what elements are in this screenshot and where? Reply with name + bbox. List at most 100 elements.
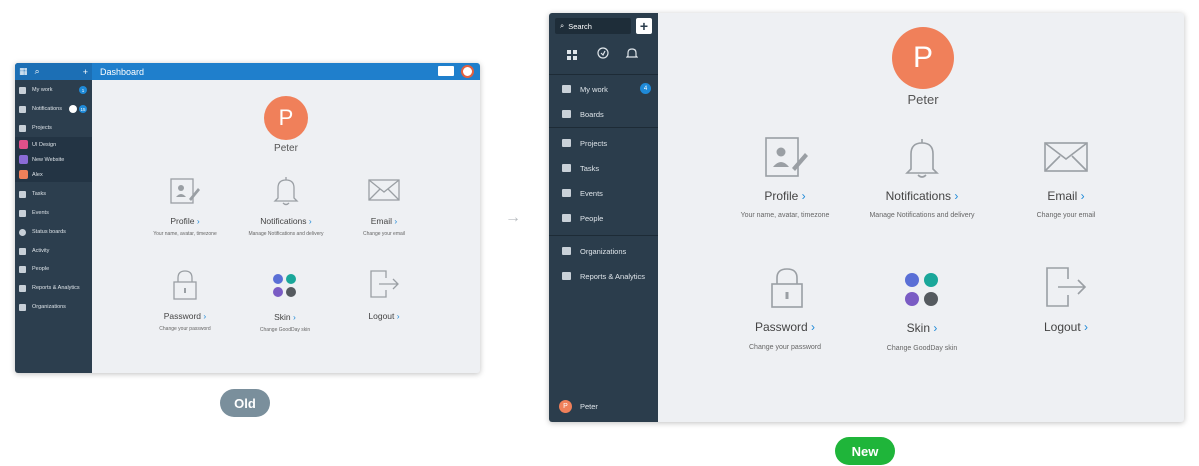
activity-icon <box>19 247 26 255</box>
checkbox-icon <box>19 86 26 94</box>
calendar-icon <box>19 209 26 217</box>
clock-icon[interactable] <box>597 46 609 59</box>
profile-card-icon <box>170 178 200 204</box>
skin-link[interactable]: Skin › <box>872 321 972 335</box>
lock-icon <box>173 270 197 300</box>
old-project-ui-design[interactable]: UI Design <box>15 137 92 152</box>
old-sidebar-item-reports[interactable]: Reports & Analytics <box>15 279 92 297</box>
envelope-icon <box>1044 142 1088 172</box>
profile-name: Peter <box>274 143 298 154</box>
bar-chart-icon <box>562 272 571 280</box>
new-sidebar: ⌕ Search + My work 4 Boards Projects Tas… <box>549 13 658 422</box>
old-topbar: Dashboard <box>92 63 480 80</box>
old-sidebar: ▦ ⌕ + My work 1 Notifications 15 Project… <box>15 63 92 373</box>
bank-icon <box>562 247 571 255</box>
profile-card-icon <box>765 137 808 177</box>
palette-dots-icon <box>905 273 938 306</box>
people-icon <box>19 265 26 273</box>
old-sidebar-item-organizations[interactable]: Organizations <box>15 298 92 316</box>
my-work-badge: 1 <box>79 86 87 94</box>
profile-avatar: P <box>892 27 954 89</box>
add-button[interactable]: + <box>636 18 652 34</box>
new-sidebar-item-people[interactable]: People <box>549 206 658 230</box>
sidebar-divider <box>549 74 658 75</box>
profile-desc: Your name, avatar, timezone <box>740 212 830 219</box>
notifications-link[interactable]: Notifications › <box>226 216 346 226</box>
email-link[interactable]: Email › <box>1016 189 1116 203</box>
logout-link[interactable]: Logout › <box>334 311 434 321</box>
skin-desc: Change GoodDay skin <box>259 327 311 333</box>
profile-link[interactable]: Profile › <box>135 216 235 226</box>
people-icon <box>562 214 571 222</box>
old-sidebar-item-tasks[interactable]: Tasks <box>15 185 92 203</box>
project-color-icon <box>19 170 28 179</box>
profile-name: Peter <box>907 92 939 107</box>
skin-desc: Change GoodDay skin <box>886 345 958 352</box>
new-sidebar-item-reports[interactable]: Reports & Analytics <box>549 264 658 288</box>
checkbox-icon <box>562 85 571 93</box>
envelope-icon <box>368 179 400 201</box>
my-work-badge: 4 <box>640 83 651 94</box>
notifications-desc: Manage Notifications and delivery <box>869 212 975 219</box>
new-sidebar-item-my-work[interactable]: My work 4 <box>549 77 658 101</box>
search-icon[interactable]: ⌕ <box>35 66 40 77</box>
tasks-icon <box>19 190 26 198</box>
password-link[interactable]: Password › <box>735 320 835 334</box>
apps-grid-icon[interactable] <box>567 47 577 60</box>
password-desc: Change your password <box>749 344 821 351</box>
bell-icon <box>273 177 299 206</box>
old-sidebar-item-status-boards[interactable]: Status boards <box>15 223 92 241</box>
logout-link[interactable]: Logout › <box>1016 320 1116 334</box>
old-sidebar-item-people[interactable]: People <box>15 260 92 278</box>
status-icon <box>19 228 26 236</box>
avatar[interactable] <box>461 65 474 78</box>
logout-icon <box>370 270 399 298</box>
user-card-icon[interactable] <box>438 66 454 76</box>
bell-icon <box>905 139 939 178</box>
new-sidebar-item-organizations[interactable]: Organizations <box>549 239 658 263</box>
new-sidebar-item-boards[interactable]: Boards <box>549 102 658 126</box>
new-main: P Peter Profile › Your name, avatar, tim… <box>658 13 1184 422</box>
user-avatar[interactable]: P <box>559 400 572 413</box>
logout-icon <box>1046 267 1087 307</box>
layers-icon <box>19 124 26 132</box>
old-sidebar-item-notifications[interactable]: Notifications 15 <box>15 100 92 118</box>
email-desc: Change your email <box>363 231 405 237</box>
old-caption-badge: Old <box>220 389 270 417</box>
new-sidebar-item-tasks[interactable]: Tasks <box>549 156 658 180</box>
bar-chart-icon <box>19 284 26 292</box>
project-color-icon <box>19 140 28 149</box>
profile-link[interactable]: Profile › <box>735 189 835 203</box>
page-title: Dashboard <box>100 66 145 77</box>
tasks-icon <box>562 164 571 172</box>
email-desc: Change your email <box>1036 212 1096 219</box>
bell-icon[interactable] <box>625 46 639 58</box>
old-project-new-website[interactable]: New Website <box>15 152 92 167</box>
notifications-badge: 15 <box>79 105 87 113</box>
new-sidebar-item-projects[interactable]: Projects <box>549 131 658 155</box>
old-app-window: ▦ ⌕ + My work 1 Notifications 15 Project… <box>15 63 480 373</box>
notifications-link[interactable]: Notifications › <box>857 189 987 203</box>
new-sidebar-item-events[interactable]: Events <box>549 181 658 205</box>
search-input[interactable]: ⌕ Search <box>555 18 631 34</box>
skin-link[interactable]: Skin › <box>235 312 335 322</box>
boards-icon <box>562 110 571 118</box>
user-name[interactable]: Peter <box>580 402 598 411</box>
arrow-right-icon: → <box>505 209 521 226</box>
old-sidebar-item-events[interactable]: Events <box>15 204 92 222</box>
old-sidebar-top: ▦ ⌕ + <box>15 63 92 80</box>
layers-icon <box>562 139 571 147</box>
old-sidebar-item-projects[interactable]: Projects <box>15 119 92 137</box>
bank-icon <box>19 303 26 311</box>
notifications-desc: Manage Notifications and delivery <box>248 231 324 237</box>
email-link[interactable]: Email › <box>334 216 434 226</box>
old-sidebar-item-activity[interactable]: Activity <box>15 242 92 260</box>
project-color-icon <box>19 155 28 164</box>
apps-icon[interactable]: ▦ <box>19 66 28 77</box>
old-sidebar-item-my-work[interactable]: My work 1 <box>15 81 92 99</box>
add-icon[interactable]: + <box>83 67 88 77</box>
new-caption-badge: New <box>835 437 895 465</box>
password-link[interactable]: Password › <box>135 311 235 321</box>
password-desc: Change your password <box>159 326 211 332</box>
old-project-alex[interactable]: Alex <box>15 167 92 182</box>
